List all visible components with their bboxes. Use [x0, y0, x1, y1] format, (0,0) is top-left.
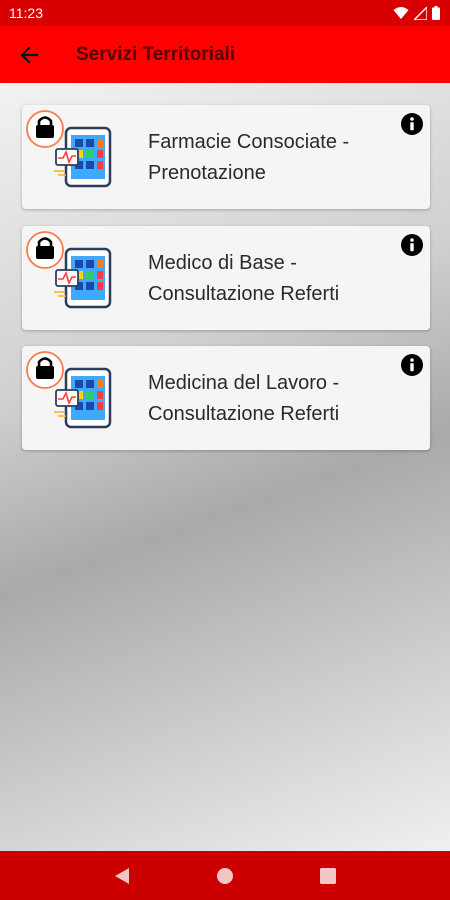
service-label-line2: Consultazione Referti [148, 403, 340, 425]
info-icon[interactable] [400, 353, 424, 377]
info-icon[interactable] [400, 233, 424, 257]
service-label-line2: Prenotazione [148, 162, 266, 184]
info-icon[interactable] [400, 112, 424, 136]
battery-icon [432, 6, 440, 20]
status-icons [393, 6, 440, 20]
service-label: Medicina del Lavoro - Consultazione Refe… [148, 368, 398, 430]
service-label: Farmacie Consociate - Prenotazione [148, 127, 398, 189]
service-label-line1: Farmacie Consociate - [148, 131, 350, 153]
service-label-line1: Medico di Base - [148, 252, 297, 274]
home-circle-icon [216, 867, 233, 884]
arrow-left-icon [20, 45, 39, 64]
service-card-farmacie[interactable]: Farmacie Consociate - Prenotazione [22, 105, 430, 209]
back-triangle-icon [114, 867, 129, 884]
services-list: Farmacie Consociate - Prenotazione Medic… [0, 83, 450, 851]
signal-icon [414, 6, 427, 20]
nav-home-button[interactable] [205, 856, 245, 896]
system-nav-bar [0, 851, 450, 900]
wifi-icon [393, 7, 409, 19]
app-bar: Servizi Territoriali [0, 26, 450, 83]
status-bar: 11:23 [0, 0, 450, 26]
service-label-line1: Medicina del Lavoro - [148, 372, 340, 394]
page-title: Servizi Territoriali [76, 43, 236, 65]
service-label-line2: Consultazione Referti [148, 283, 340, 305]
service-app-icon [26, 231, 112, 309]
status-time: 11:23 [9, 5, 43, 21]
service-label: Medico di Base - Consultazione Referti [148, 248, 398, 310]
nav-back-button[interactable] [102, 856, 142, 896]
back-button[interactable] [0, 26, 58, 83]
service-card-medico-di-base[interactable]: Medico di Base - Consultazione Referti [22, 226, 430, 330]
recents-square-icon [320, 867, 337, 884]
service-card-medicina-del-lavoro[interactable]: Medicina del Lavoro - Consultazione Refe… [22, 346, 430, 450]
service-app-icon [26, 351, 112, 429]
nav-recents-button[interactable] [308, 856, 348, 896]
service-app-icon [26, 110, 112, 188]
